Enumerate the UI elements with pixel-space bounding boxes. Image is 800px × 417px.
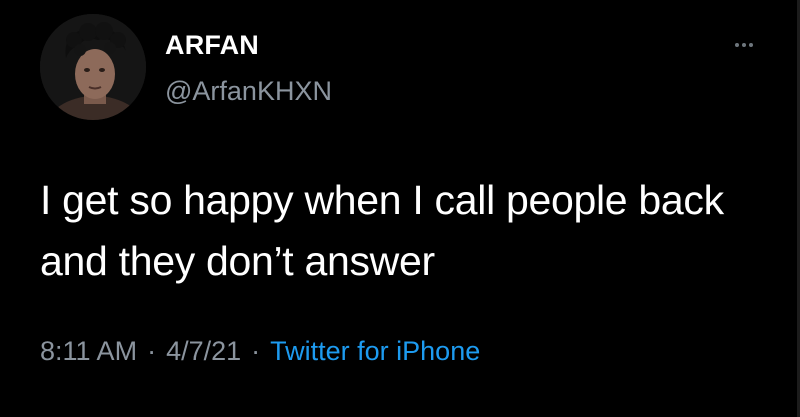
tweet-date[interactable]: 4/7/21	[166, 336, 241, 366]
tweet-source-link[interactable]: Twitter for iPhone	[270, 336, 480, 366]
tweet-text: I get so happy when I call people back a…	[40, 170, 780, 292]
tweet-meta: 8:11 AM · 4/7/21 · Twitter for iPhone	[40, 338, 480, 365]
author-display-name[interactable]: ARFAN	[165, 32, 259, 59]
tweet-card: ARFAN @ArfanKHXN I get so happy when I c…	[0, 0, 800, 417]
more-horizontal-icon	[742, 43, 746, 47]
more-horizontal-icon	[735, 43, 739, 47]
meta-separator: ·	[147, 336, 157, 366]
more-options-button[interactable]	[726, 36, 762, 54]
meta-separator: ·	[251, 336, 261, 366]
more-horizontal-icon	[749, 43, 753, 47]
author-handle[interactable]: @ArfanKHXN	[165, 78, 332, 105]
tweet-text-line: I get so happy when I call people back	[40, 177, 724, 223]
profile-photo	[40, 14, 146, 120]
tweet-text-line: and they don’t answer	[40, 238, 435, 284]
tweet-time[interactable]: 8:11 AM	[40, 336, 137, 366]
avatar[interactable]	[40, 14, 146, 120]
